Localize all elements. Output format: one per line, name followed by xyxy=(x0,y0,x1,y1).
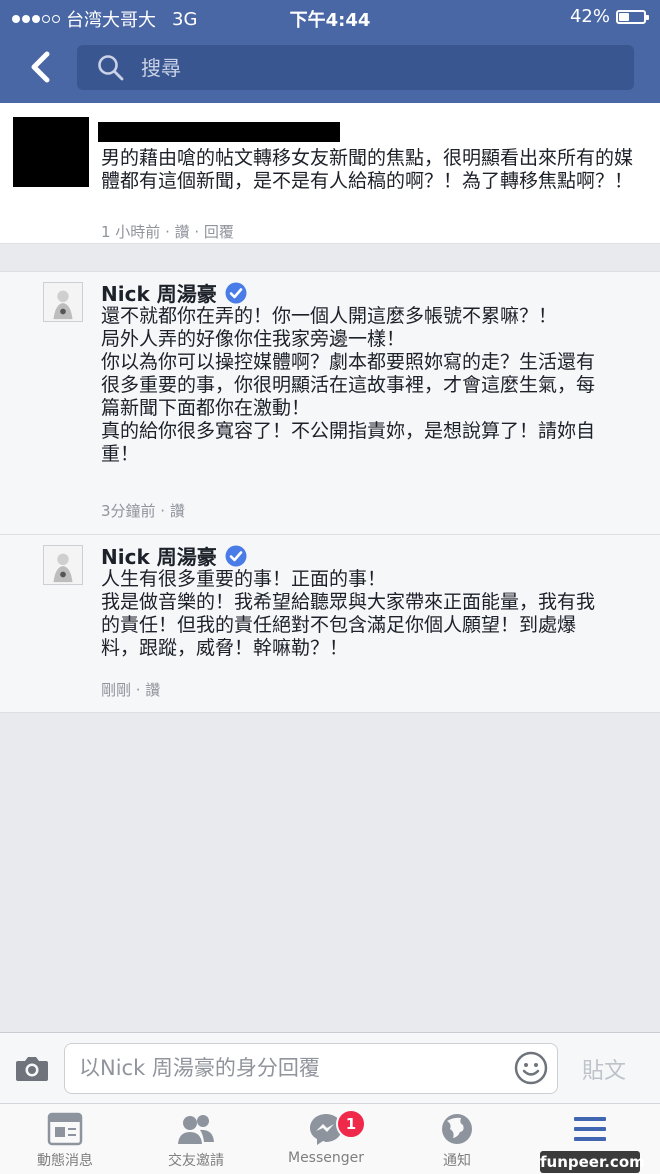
author-name[interactable]: Nick 周湯豪 xyxy=(101,278,217,307)
search-icon xyxy=(98,54,124,80)
reply-input[interactable]: 以Nick 周湯豪的身分回覆 xyxy=(64,1043,558,1094)
tab-news-feed[interactable]: 動態消息 xyxy=(5,1112,125,1170)
top-navigation-bar: 台湾大哥大 3G 下午4:44 42% xyxy=(0,0,660,103)
news-feed-icon xyxy=(47,1112,83,1146)
search-input[interactable] xyxy=(139,54,583,81)
reply-text: 人生有很多重要的事！正面的事！ 我是做音樂的！我希望給聽眾與大家帶來正面能量，我… xyxy=(101,568,596,659)
tab-friend-requests[interactable]: 交友邀請 xyxy=(136,1112,256,1170)
tab-label: 動態消息 xyxy=(37,1153,93,1169)
globe-icon xyxy=(442,1114,472,1144)
notification-badge: 1 xyxy=(336,1109,366,1139)
author-name[interactable]: Nick 周湯豪 xyxy=(101,541,217,570)
tab-label: Messenger xyxy=(287,1150,365,1166)
original-comment: 男的藉由嗆的帖文轉移女友新聞的焦點，很明顯看出來所有的媒體都有這個新聞，是不是有… xyxy=(0,103,660,244)
status-time: 下午4:44 xyxy=(289,10,371,31)
camera-icon[interactable] xyxy=(15,1054,49,1082)
tab-notifications[interactable]: 通知 xyxy=(397,1112,517,1170)
post-button[interactable]: 貼文 xyxy=(582,1053,626,1085)
redacted-name xyxy=(98,122,340,142)
tab-messenger[interactable]: 1 Messenger xyxy=(266,1109,386,1166)
search-bar[interactable] xyxy=(77,45,634,90)
back-chevron-icon[interactable] xyxy=(26,51,56,83)
reply-comment: Nick 周湯豪 還不就都你在弄的！你一個人開這麼多帳號不累嘛？！ 局外人弄的好… xyxy=(0,271,660,535)
redacted-avatar xyxy=(13,117,89,187)
author-row: Nick 周湯豪 xyxy=(101,541,247,570)
profile-photo-icon xyxy=(44,546,82,584)
reply-meta[interactable]: 剛剛 · 讚 xyxy=(101,679,160,700)
battery-info: 42% xyxy=(569,6,649,27)
battery-icon xyxy=(616,9,649,24)
reply-composer: 以Nick 周湯豪的身分回覆 貼文 xyxy=(0,1032,660,1104)
emoji-icon[interactable] xyxy=(514,1051,548,1085)
menu-icon xyxy=(574,1117,606,1141)
reply-comment: Nick 周湯豪 人生有很多重要的事！正面的事！ 我是做音樂的！我希望給聽眾與大… xyxy=(0,535,660,713)
comment-thread: 男的藉由嗆的帖文轉移女友新聞的焦點，很明顯看出來所有的媒體都有這個新聞，是不是有… xyxy=(0,103,660,713)
watermark: funpeer.com xyxy=(540,1151,645,1173)
status-bar: 台湾大哥大 3G 下午4:44 42% xyxy=(0,0,660,34)
reply-text: 還不就都你在弄的！你一個人開這麼多帳號不累嘛？！ 局外人弄的好像你住我家旁邊一樣… xyxy=(101,305,596,465)
avatar[interactable] xyxy=(43,282,83,322)
reply-meta[interactable]: 3分鐘前 · 讚 xyxy=(101,500,185,521)
avatar[interactable] xyxy=(43,545,83,585)
verified-badge-icon xyxy=(225,545,247,566)
author-row: Nick 周湯豪 xyxy=(101,278,247,307)
comment-meta[interactable]: 1 小時前 · 讚 · 回覆 xyxy=(101,221,234,242)
verified-badge-icon xyxy=(225,282,247,303)
tab-menu[interactable] xyxy=(530,1112,650,1150)
profile-photo-icon xyxy=(44,283,82,321)
friends-icon xyxy=(178,1115,214,1144)
tab-label: 交友邀請 xyxy=(168,1153,224,1169)
comment-text: 男的藉由嗆的帖文轉移女友新聞的焦點，很明顯看出來所有的媒體都有這個新聞，是不是有… xyxy=(101,147,634,192)
tab-label: 通知 xyxy=(443,1153,471,1169)
battery-percent: 42% xyxy=(569,6,610,27)
